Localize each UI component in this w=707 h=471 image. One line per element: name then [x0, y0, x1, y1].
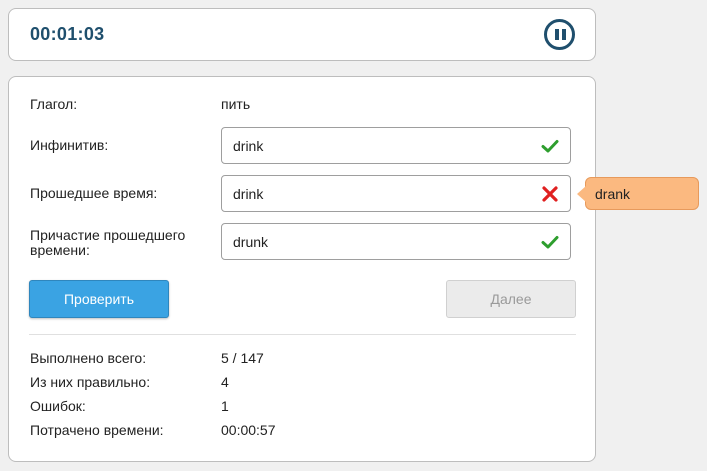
- stat-correct-value: 4: [221, 374, 229, 390]
- infinitive-label: Инфинитив:: [30, 137, 109, 153]
- stat-correct-label: Из них правильно:: [30, 374, 151, 390]
- past-participle-value: drunk: [233, 234, 269, 250]
- checkmark-icon: [541, 236, 559, 249]
- exercise-panel: Глагол: пить Инфинитив: drink Прошедшее …: [8, 76, 596, 462]
- stat-time-value: 00:00:57: [221, 422, 276, 438]
- stat-total-value: 5 / 147: [221, 350, 264, 366]
- timer-display: 00:01:03: [30, 24, 105, 44]
- verb-label: Глагол:: [30, 96, 78, 112]
- stat-time-label: Потрачено времени:: [30, 422, 164, 438]
- past-participle-label: Причастие прошедшего времени:: [30, 228, 185, 258]
- correct-answer-tooltip: drank: [577, 177, 699, 210]
- tooltip-text: drank: [595, 186, 631, 202]
- pause-icon: [555, 29, 559, 40]
- past-simple-input[interactable]: drink: [221, 175, 571, 212]
- past-participle-label-line1: Причастие прошедшего: [30, 227, 186, 243]
- past-simple-label: Прошедшее время:: [30, 185, 158, 201]
- timer-panel: 00:01:03: [8, 8, 596, 61]
- past-participle-input[interactable]: drunk: [221, 223, 571, 260]
- pause-button[interactable]: [544, 19, 575, 50]
- cross-icon: [542, 186, 558, 202]
- stat-errors-value: 1: [221, 398, 229, 414]
- infinitive-input[interactable]: drink: [221, 127, 571, 164]
- past-simple-value: drink: [233, 186, 264, 202]
- divider: [29, 334, 576, 335]
- stat-errors-label: Ошибок:: [30, 398, 86, 414]
- stat-total-label: Выполнено всего:: [30, 350, 147, 366]
- infinitive-value: drink: [233, 138, 264, 154]
- past-participle-label-line2: времени:: [30, 242, 90, 258]
- verb-value: пить: [221, 96, 251, 112]
- check-button[interactable]: Проверить: [29, 280, 169, 318]
- tooltip-arrow: [577, 186, 586, 202]
- checkmark-icon: [541, 140, 559, 153]
- next-button[interactable]: Далее: [446, 280, 576, 318]
